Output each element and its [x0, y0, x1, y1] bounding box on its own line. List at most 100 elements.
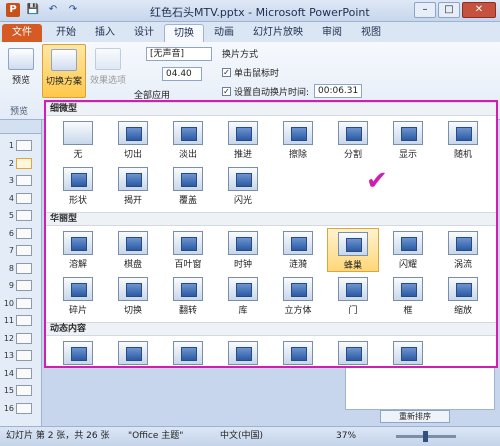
transition-item[interactable]: 闪耀	[382, 228, 434, 272]
transition-item[interactable]: 百叶窗	[162, 228, 214, 272]
transition-item[interactable]: 旋转	[217, 338, 269, 366]
maximize-button[interactable]: □	[438, 2, 460, 18]
transition-item[interactable]: 切出	[107, 118, 159, 162]
slide-thumbnail[interactable]	[16, 210, 32, 221]
transition-item[interactable]: 涟漪	[272, 228, 324, 272]
transition-item[interactable]: 显示	[382, 118, 434, 162]
transition-item[interactable]: 时钟	[217, 228, 269, 272]
close-button[interactable]: ✕	[462, 2, 496, 18]
slide-thumbnail-row[interactable]: 6	[2, 226, 40, 241]
slide-thumbnail-row[interactable]: 11	[2, 313, 40, 328]
zoom-percent[interactable]: 37%	[336, 427, 356, 446]
zoom-slider-thumb[interactable]	[423, 431, 428, 442]
transition-item[interactable]: 摩天轮	[107, 338, 159, 366]
transition-item[interactable]: 库	[217, 274, 269, 318]
transition-item[interactable]: 形状	[52, 164, 104, 208]
slide-thumbnail[interactable]	[16, 297, 32, 309]
duration-input[interactable]: 04.40	[162, 67, 202, 81]
transition-item[interactable]: 无	[52, 118, 104, 162]
effect-options-button[interactable]: 效果选项	[88, 48, 128, 86]
slide-thumbnail-row[interactable]: 16	[2, 401, 40, 416]
save-icon[interactable]: 💾	[26, 3, 40, 17]
slide-thumbnail-row[interactable]: 1	[2, 138, 40, 153]
transition-item[interactable]: 碎片	[52, 274, 104, 318]
tab-slide-show[interactable]: 幻灯片放映	[244, 24, 312, 42]
transition-item[interactable]: 立方体	[272, 274, 324, 318]
slide-thumbnail[interactable]	[16, 175, 32, 186]
slide-thumbnail-row[interactable]: 10	[2, 296, 40, 311]
auto-advance-check[interactable]: ✓	[222, 87, 231, 96]
on-click-check[interactable]: ✓	[222, 68, 231, 77]
sound-select[interactable]: [无声音]	[146, 47, 212, 61]
tab-insert[interactable]: 插入	[86, 24, 124, 42]
slide-thumbnail-row[interactable]: 9	[2, 278, 40, 293]
transition-item[interactable]: 覆盖	[162, 164, 214, 208]
transition-preview-icon	[118, 277, 148, 301]
transition-item[interactable]: 门	[327, 274, 379, 318]
auto-advance-time-input[interactable]: 00:06.31	[314, 84, 362, 98]
transition-item[interactable]: 蜂巢	[327, 228, 379, 272]
slide-thumbnail[interactable]	[16, 385, 32, 396]
redo-icon[interactable]: ↷	[66, 3, 80, 17]
tab-file[interactable]: 文件	[2, 24, 42, 42]
tab-view[interactable]: 视图	[352, 24, 390, 42]
slide-thumbnail[interactable]	[16, 157, 32, 169]
slide-thumbnail[interactable]	[16, 367, 32, 379]
transition-item[interactable]: 溶解	[52, 228, 104, 272]
slide-thumbnail[interactable]	[16, 227, 32, 239]
slide-thumbnail-row[interactable]: 4	[2, 191, 40, 206]
on-click-checkbox[interactable]: ✓ 单击鼠标时	[222, 66, 279, 79]
slide-thumbnail[interactable]	[16, 262, 32, 274]
auto-advance-checkbox[interactable]: ✓ 设置自动换片时间:	[222, 85, 309, 98]
transition-preview-icon	[63, 121, 93, 145]
slide-thumbnail[interactable]	[16, 280, 32, 291]
slide-thumbnail-row[interactable]: 7	[2, 243, 40, 258]
slide-thumbnail-row[interactable]: 13	[2, 348, 40, 363]
transition-item[interactable]: 传送带	[162, 338, 214, 366]
transition-item[interactable]: 框	[382, 274, 434, 318]
slide-thumbnail-row[interactable]: 5	[2, 208, 40, 223]
slide-thumbnail[interactable]	[16, 350, 32, 361]
transition-item[interactable]: 推进	[217, 118, 269, 162]
slide-thumbnail[interactable]	[16, 402, 32, 414]
slide-thumbnail[interactable]	[16, 140, 32, 151]
reorder-button[interactable]: 重新排序	[380, 410, 450, 423]
slide-thumbnail-row[interactable]: 14	[2, 366, 40, 381]
transition-item[interactable]: 翻转	[162, 274, 214, 318]
transition-item[interactable]: 飞过	[382, 338, 434, 366]
tab-review[interactable]: 审阅	[313, 24, 351, 42]
transition-item[interactable]: 窗口	[272, 338, 324, 366]
slide-thumbnail-row[interactable]: 2	[2, 156, 40, 171]
transition-item[interactable]: 平移	[52, 338, 104, 366]
transition-item[interactable]: 揭开	[107, 164, 159, 208]
tab-animations[interactable]: 动画	[205, 24, 243, 42]
slide-thumbnail[interactable]	[16, 315, 32, 326]
transition-preview-icon	[118, 167, 148, 191]
transition-item[interactable]: 轨道	[327, 338, 379, 366]
undo-icon[interactable]: ↶	[46, 3, 60, 17]
transition-item[interactable]: 闪光	[217, 164, 269, 208]
transition-item[interactable]: 淡出	[162, 118, 214, 162]
slide-thumbnail-row[interactable]: 12	[2, 331, 40, 346]
tab-home[interactable]: 开始	[47, 24, 85, 42]
minimize-button[interactable]: –	[414, 2, 436, 18]
preview-button[interactable]: 预览	[6, 48, 36, 86]
slide-thumbnail-row[interactable]: 15	[2, 383, 40, 398]
slides-panel-tabs[interactable]	[0, 120, 41, 134]
tab-design[interactable]: 设计	[125, 24, 163, 42]
transition-item[interactable]: 棋盘	[107, 228, 159, 272]
slide-thumbnail-row[interactable]: 8	[2, 261, 40, 276]
transition-item[interactable]: 缩放	[437, 274, 489, 318]
transition-item[interactable]: 切换	[107, 274, 159, 318]
transition-item[interactable]: 随机	[437, 118, 489, 162]
transition-item[interactable]: 分割	[327, 118, 379, 162]
tab-transitions[interactable]: 切换	[164, 24, 204, 42]
slide-thumbnail[interactable]	[16, 332, 32, 344]
transition-scheme-button[interactable]: 切换方案	[42, 44, 86, 98]
slide-thumbnail[interactable]	[16, 245, 32, 256]
transition-item[interactable]: 涡流	[437, 228, 489, 272]
slide-thumbnail-row[interactable]: 3	[2, 173, 40, 188]
slide-thumbnail[interactable]	[16, 192, 32, 204]
slide-number: 12	[3, 333, 14, 343]
transition-item[interactable]: 擦除	[272, 118, 324, 162]
